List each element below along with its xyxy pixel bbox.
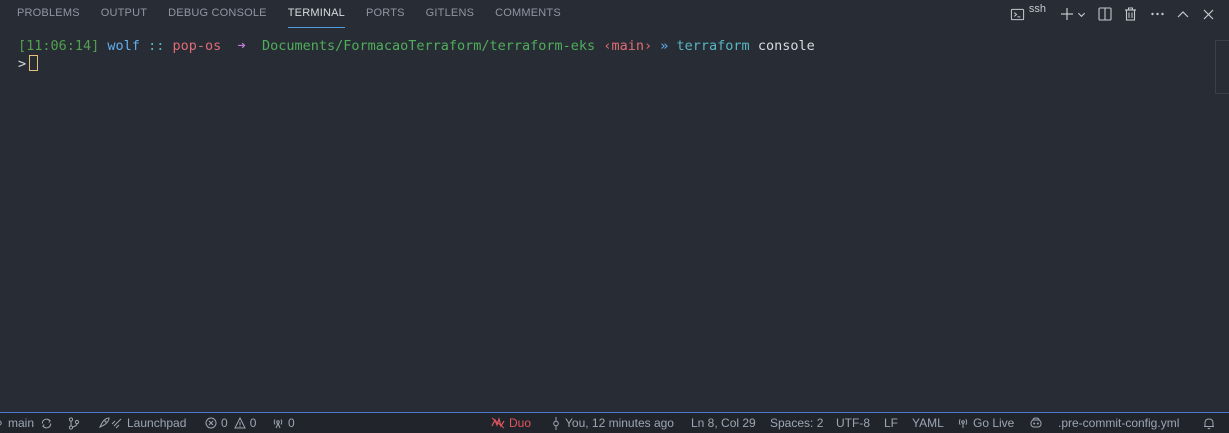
warning-icon bbox=[233, 417, 246, 429]
copilot-icon bbox=[1029, 417, 1043, 429]
close-panel-button[interactable] bbox=[1203, 9, 1214, 20]
terminal-profile-button[interactable]: ssh bbox=[1010, 3, 1046, 22]
tab-output[interactable]: OUTPUT bbox=[101, 0, 147, 28]
prompt-user: wolf bbox=[107, 38, 140, 54]
eol-text: LF bbox=[884, 416, 899, 430]
status-encoding[interactable]: UTF-8 bbox=[836, 413, 870, 433]
tab-problems[interactable]: PROBLEMS bbox=[17, 0, 80, 28]
prompt-chevron: » bbox=[660, 38, 669, 54]
close-icon bbox=[1203, 9, 1214, 20]
duo-icon bbox=[491, 417, 505, 429]
trash-icon bbox=[1124, 7, 1137, 21]
status-indentation[interactable]: Spaces: 2 bbox=[770, 413, 823, 433]
git-commit-icon bbox=[551, 416, 561, 430]
prompt-arrow: ➜ bbox=[237, 38, 246, 54]
split-terminal-button[interactable] bbox=[1098, 7, 1112, 21]
prompt-host: pop-os bbox=[172, 38, 222, 54]
terminal-scrollbar[interactable] bbox=[1215, 40, 1229, 94]
git-graph-icon bbox=[68, 416, 80, 430]
terminal-icon bbox=[1010, 7, 1025, 22]
prompt-git-branch: ‹main› bbox=[603, 38, 653, 54]
terminal-input-line[interactable]: > bbox=[18, 55, 39, 73]
rocket-trail-icon bbox=[111, 417, 123, 429]
broadcast-icon bbox=[272, 417, 284, 429]
status-notifications[interactable] bbox=[1203, 413, 1215, 433]
go-live-label: Go Live bbox=[973, 416, 1015, 430]
console-prompt: > bbox=[18, 56, 27, 72]
language-text: YAML bbox=[912, 416, 944, 430]
panel-tabs: PROBLEMS OUTPUT DEBUG CONSOLE TERMINAL P… bbox=[0, 0, 582, 28]
indentation-text: Spaces: 2 bbox=[770, 416, 824, 430]
encoding-text: UTF-8 bbox=[836, 416, 870, 430]
status-active-file[interactable]: .pre-commit-config.yml bbox=[1058, 413, 1179, 433]
terminal-profile-label: ssh bbox=[1028, 3, 1046, 15]
ellipsis-icon bbox=[1151, 12, 1164, 16]
status-problems[interactable]: 0 0 bbox=[205, 413, 256, 433]
launchpad-label: Launchpad bbox=[127, 416, 187, 430]
bell-icon bbox=[1203, 417, 1215, 430]
new-terminal-button[interactable] bbox=[1060, 7, 1074, 21]
rocket-icon bbox=[98, 417, 110, 429]
blame-text: You, 12 minutes ago bbox=[565, 416, 674, 430]
prompt-separator: :: bbox=[148, 38, 165, 54]
status-copilot[interactable] bbox=[1029, 413, 1043, 433]
chevron-up-icon bbox=[1177, 10, 1189, 18]
more-actions-button[interactable] bbox=[1151, 12, 1164, 16]
status-blame[interactable]: You, 12 minutes ago bbox=[551, 413, 674, 433]
duo-label: Duo bbox=[509, 416, 532, 430]
tab-debug-console[interactable]: DEBUG CONSOLE bbox=[168, 0, 267, 28]
terminal-prompt-line: [11:06:14] wolf :: pop-os ➜ Documents/Fo… bbox=[18, 38, 815, 55]
terminal-dropdown-button[interactable] bbox=[1077, 10, 1086, 19]
ports-count: 0 bbox=[288, 416, 295, 430]
panel-actions: ssh bbox=[1010, 0, 1229, 28]
error-icon bbox=[205, 417, 217, 429]
terminal-cursor bbox=[29, 55, 39, 71]
sync-icon bbox=[40, 417, 53, 430]
active-file-name: .pre-commit-config.yml bbox=[1058, 416, 1180, 430]
status-eol[interactable]: LF bbox=[884, 413, 898, 433]
panel-tab-bar: PROBLEMS OUTPUT DEBUG CONSOLE TERMINAL P… bbox=[0, 0, 1229, 28]
command-name: terraform bbox=[676, 38, 750, 54]
cursor-position-text: Ln 8, Col 29 bbox=[691, 416, 756, 430]
tab-terminal[interactable]: TERMINAL bbox=[287, 0, 345, 28]
status-duo[interactable]: Duo bbox=[491, 413, 531, 433]
warning-count: 0 bbox=[249, 416, 257, 430]
maximize-panel-button[interactable] bbox=[1177, 10, 1189, 18]
status-git-branch[interactable]: main bbox=[0, 413, 53, 433]
chevron-down-icon bbox=[1077, 10, 1086, 19]
go-live-icon bbox=[957, 417, 969, 429]
status-launchpad[interactable]: Launchpad bbox=[98, 413, 186, 433]
tab-ports[interactable]: PORTS bbox=[366, 0, 405, 28]
status-branch-name: main bbox=[8, 416, 35, 430]
tab-comments[interactable]: COMMENTS bbox=[495, 0, 561, 28]
split-icon bbox=[1098, 7, 1112, 21]
command-argument: console bbox=[757, 38, 815, 54]
status-ports[interactable]: 0 bbox=[272, 413, 295, 433]
terminal-view[interactable]: [11:06:14] wolf :: pop-os ➜ Documents/Fo… bbox=[0, 28, 1229, 412]
kill-terminal-button[interactable] bbox=[1124, 7, 1137, 21]
status-language[interactable]: YAML bbox=[912, 413, 944, 433]
error-count: 0 bbox=[221, 416, 228, 430]
prompt-time: [11:06:14] bbox=[18, 38, 100, 54]
prompt-path: Documents/FormacaoTerraform/terraform-ek… bbox=[261, 38, 596, 54]
status-cursor-position[interactable]: Ln 8, Col 29 bbox=[691, 413, 756, 433]
status-gitlens-graph[interactable] bbox=[68, 413, 80, 433]
status-bar: main Launchpad 0 0 0 Duo You, 12 minutes… bbox=[0, 412, 1229, 433]
plus-icon bbox=[1060, 7, 1074, 21]
tab-gitlens[interactable]: GITLENS bbox=[426, 0, 474, 28]
git-branch-icon bbox=[0, 417, 4, 429]
status-go-live[interactable]: Go Live bbox=[957, 413, 1014, 433]
